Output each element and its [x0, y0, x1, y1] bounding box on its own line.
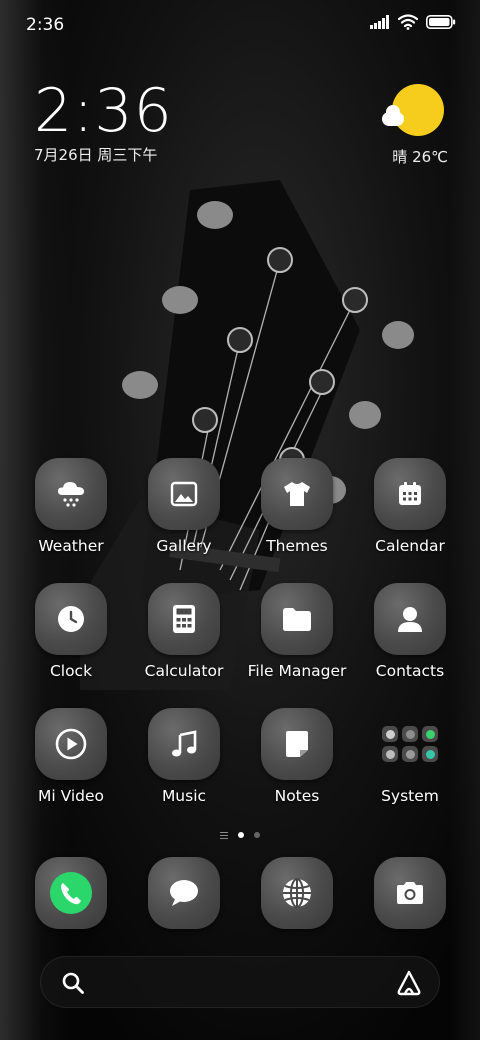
app-contacts[interactable]: Contacts [355, 583, 465, 693]
page-dot [254, 832, 260, 838]
person-icon [398, 607, 422, 632]
wifi-icon [398, 14, 418, 30]
page-dot-active [238, 832, 244, 838]
app-calculator[interactable]: Calculator [129, 583, 239, 693]
play-icon [55, 728, 87, 760]
app-label: Notes [274, 787, 320, 805]
app-tile [148, 708, 220, 780]
app-label: Gallery [156, 537, 212, 555]
app-label: Mi Video [37, 787, 105, 805]
app-notes[interactable]: Notes [242, 708, 352, 818]
app-music[interactable]: Music [129, 708, 239, 818]
app-calendar[interactable]: Calendar [355, 458, 465, 568]
folder-tile [374, 708, 446, 780]
status-icons [370, 14, 456, 30]
app-label: Themes [266, 537, 328, 555]
app-tile [35, 708, 107, 780]
tshirt-icon [284, 482, 310, 506]
phone-icon [50, 872, 92, 914]
app-label: System [381, 787, 439, 805]
menu-lines-icon [220, 831, 228, 839]
globe-icon [283, 878, 311, 908]
search-button[interactable] [61, 971, 85, 999]
app-tile [148, 458, 220, 530]
app-tile [261, 857, 333, 929]
app-label: Calculator [144, 662, 224, 680]
note-icon [286, 731, 308, 757]
clock-icon [58, 606, 84, 632]
app-tile [35, 583, 107, 655]
message-icon [170, 880, 198, 906]
page-indicator[interactable] [0, 828, 480, 842]
assistant-icon [397, 970, 421, 996]
folder-group-icon [382, 726, 438, 762]
app-tile [148, 583, 220, 655]
folder-app-icon [402, 746, 418, 762]
app-label: Calendar [375, 537, 445, 555]
folder-app-icon [382, 726, 398, 742]
battery-icon [426, 15, 456, 29]
app-tile [35, 857, 107, 929]
calculator-icon [173, 605, 195, 633]
app-tile [374, 458, 446, 530]
app-tile [35, 458, 107, 530]
app-tile [261, 583, 333, 655]
app-tile [261, 708, 333, 780]
app-label: Clock [49, 662, 93, 680]
app-tile [374, 583, 446, 655]
app-label: File Manager [247, 662, 347, 680]
app-label: Weather [38, 537, 104, 555]
dock-browser[interactable] [242, 857, 352, 967]
app-themes[interactable]: Themes [242, 458, 352, 568]
folder-icon [283, 608, 311, 631]
app-tile [148, 857, 220, 929]
weather-text: 晴 26℃ [392, 148, 448, 166]
app-tile [374, 857, 446, 929]
signal-icon [370, 15, 389, 29]
app-mi-video[interactable]: Mi Video [16, 708, 126, 818]
folder-app-icon [422, 746, 438, 762]
cloud-icon [382, 105, 404, 126]
app-tile [261, 458, 333, 530]
gallery-image-icon [170, 481, 198, 507]
status-time: 2:36 [26, 15, 65, 35]
dock-phone[interactable] [16, 857, 126, 967]
weather-snow-cloud-icon [58, 482, 84, 507]
assistant-button[interactable] [395, 969, 423, 1001]
folder-app-icon [382, 746, 398, 762]
app-file-manager[interactable]: File Manager [242, 583, 352, 693]
app-system-folder[interactable]: System [355, 708, 465, 818]
clock-date: 7月26日 周三下午 [34, 146, 158, 164]
app-gallery[interactable]: Gallery [129, 458, 239, 568]
app-clock[interactable]: Clock [16, 583, 126, 693]
search-bar[interactable] [40, 956, 440, 1008]
folder-app-icon [402, 726, 418, 742]
camera-icon [397, 882, 423, 904]
folder-app-icon [422, 726, 438, 742]
dock-messages[interactable] [129, 857, 239, 967]
search-icon [62, 972, 84, 994]
clock-widget[interactable]: 2:36 7月26日 周三下午 [34, 80, 234, 170]
app-weather[interactable]: Weather [16, 458, 126, 568]
status-bar: 2:36 [0, 0, 480, 50]
calendar-icon [399, 482, 421, 505]
clock-time: 2:36 [34, 76, 173, 146]
dock-camera[interactable] [355, 857, 465, 967]
app-label: Music [161, 787, 207, 805]
app-label: Contacts [375, 662, 445, 680]
music-note-icon [172, 730, 197, 757]
weather-widget[interactable]: 晴 26℃ [378, 82, 448, 172]
